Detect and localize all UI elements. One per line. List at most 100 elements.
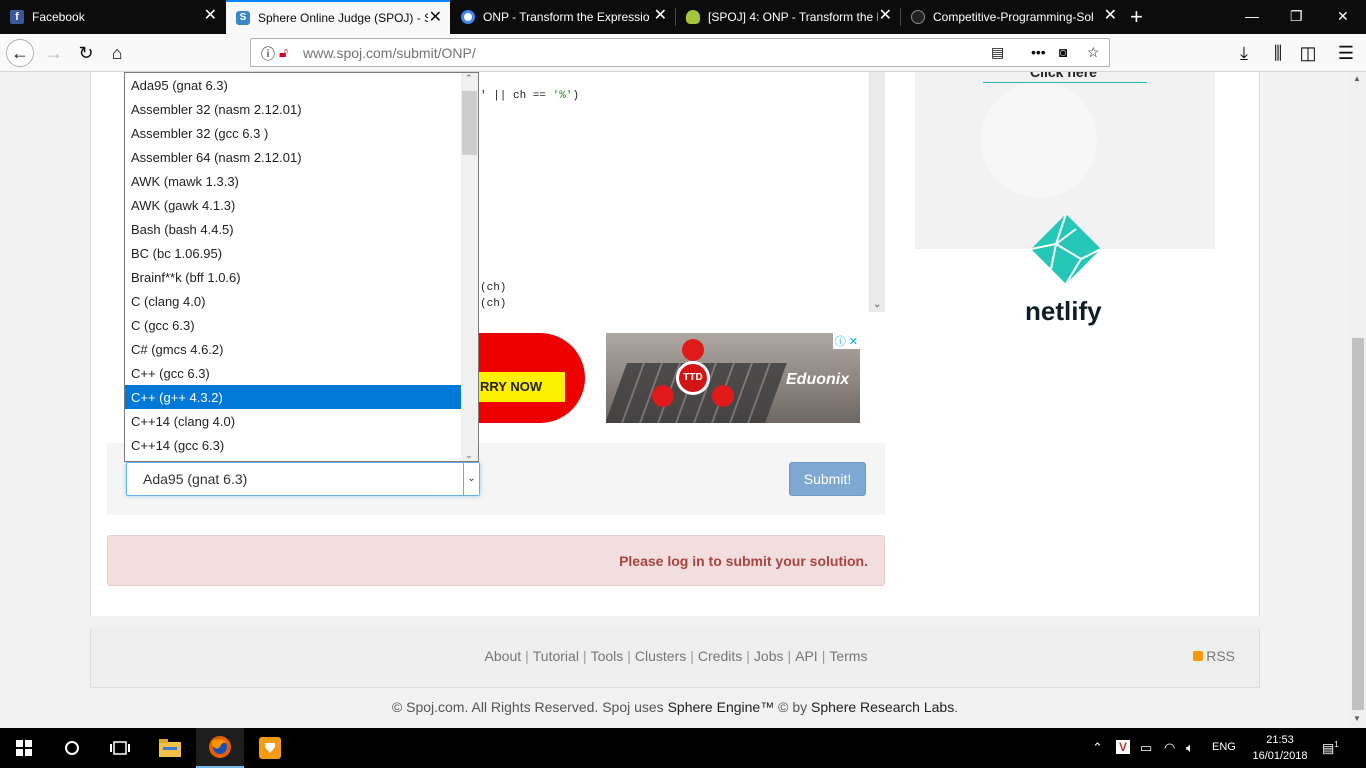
footer-link-clusters[interactable]: Clusters [635, 648, 686, 664]
language-option[interactable]: C++ (g++ 4.3.2) [125, 385, 461, 409]
app-taskbar-button[interactable] [246, 728, 294, 768]
chevron-down-icon[interactable]: ⌄ [463, 463, 479, 495]
sphere-engine-link[interactable]: Sphere Engine™ [668, 699, 775, 715]
ad-hurry-button[interactable]: RRY NOW [477, 372, 565, 402]
pocket-icon[interactable]: ◙ [1059, 44, 1067, 60]
vivaldi-tray-icon[interactable]: V [1116, 740, 1131, 754]
netlify-logo-icon[interactable] [1031, 214, 1101, 284]
dropdown-scrollbar[interactable]: ⌃ ⌄ [461, 73, 478, 461]
home-button[interactable]: ⌂ [103, 39, 131, 67]
rss-link[interactable]: RSS [1193, 648, 1235, 664]
page-scrollbar[interactable]: ▲ ▼ [1350, 72, 1366, 728]
close-icon[interactable]: ✕ [429, 10, 442, 26]
window-close-icon[interactable]: ✕ [1337, 8, 1349, 25]
language-option[interactable]: Assembler 32 (nasm 2.12.01) [125, 97, 461, 121]
netlify-wordmark[interactable]: netlify [1025, 296, 1102, 327]
file-explorer-button[interactable] [146, 728, 194, 768]
footer-link-terms[interactable]: Terms [829, 648, 867, 664]
sidebar-button[interactable]: ◫ [1294, 39, 1322, 67]
editor-scrollbar[interactable]: ⌄ [869, 72, 885, 312]
downloads-button[interactable]: ⤓ [1230, 39, 1258, 67]
separator: | [746, 648, 750, 664]
close-icon[interactable]: ✕ [204, 8, 217, 24]
url-bar[interactable]: ⓘ 🔓︎ www.spoj.com/submit/ONP/ ▤ ••• ◙ ☆ [250, 38, 1110, 67]
minimize-icon[interactable]: — [1245, 8, 1259, 24]
firefox-taskbar-button[interactable] [196, 728, 244, 768]
separator: | [627, 648, 631, 664]
reload-button[interactable]: ↻ [72, 39, 100, 67]
footer-link-tutorial[interactable]: Tutorial [533, 648, 579, 664]
ad-decoration [981, 82, 1097, 198]
language-option[interactable]: AWK (mawk 1.3.3) [125, 169, 461, 193]
separator: | [582, 648, 587, 664]
language-option[interactable]: BC (bc 1.06.95) [125, 241, 461, 265]
battery-icon[interactable]: ▭ [1140, 740, 1152, 756]
language-dropdown-list[interactable]: Ada95 (gnat 6.3) Assembler 32 (nasm 2.12.… [124, 72, 479, 462]
submit-button[interactable]: Submit! [789, 462, 866, 496]
sphere-research-labs-link[interactable]: Sphere Research Labs [811, 699, 954, 715]
language-option[interactable]: Brainf**k (bff 1.0.6) [125, 265, 461, 289]
ad-banner-eduonix[interactable]: TTD Eduonix ⓘ ✕ [606, 333, 860, 423]
new-tab-button[interactable]: + [1130, 4, 1143, 30]
language-indicator[interactable]: ENG [1212, 741, 1236, 753]
info-icon[interactable]: ⓘ [261, 44, 275, 64]
tab-onp-google[interactable]: ONP - Transform the Expressio ✕ [451, 0, 675, 34]
tab-spoj-onp[interactable]: [SPOJ] 4: ONP - Transform the E ✕ [676, 0, 900, 34]
chevron-up-icon[interactable]: ⌃ [1092, 740, 1103, 756]
footer-link-about[interactable]: About [485, 648, 522, 664]
url-text[interactable]: www.spoj.com/submit/ONP/ [303, 45, 476, 61]
insecure-lock-icon[interactable]: 🔓︎ [279, 44, 288, 61]
wifi-icon[interactable]: ◠ [1164, 740, 1175, 756]
menu-button[interactable]: ☰ [1332, 39, 1360, 67]
language-option[interactable]: C++ (gcc 6.3) [125, 361, 461, 385]
language-option[interactable]: C (gcc 6.3) [125, 313, 461, 337]
language-option[interactable]: Assembler 32 (gcc 6.3 ) [125, 121, 461, 145]
close-icon[interactable]: ✕ [879, 8, 892, 24]
search-button[interactable] [48, 728, 96, 768]
scrollbar-thumb[interactable] [1352, 338, 1364, 710]
dropdown-scrollbar-thumb[interactable] [462, 91, 477, 155]
language-option[interactable]: Assembler 64 (nasm 2.12.01) [125, 145, 461, 169]
page-actions-icon[interactable]: ••• [1031, 44, 1046, 60]
language-option[interactable]: C++14 (clang 4.0) [125, 409, 461, 433]
scroll-up-icon[interactable]: ⌃ [465, 73, 473, 84]
language-option[interactable]: C++14 (gcc 6.3) [125, 433, 461, 457]
close-icon[interactable]: ✕ [654, 8, 667, 24]
ad-banner-red[interactable]: RRY NOW [477, 333, 585, 423]
language-select-value: Ada95 (gnat 6.3) [143, 471, 248, 487]
forward-button[interactable]: → [40, 39, 68, 67]
start-button[interactable] [0, 728, 48, 768]
notification-count: 1 [1334, 740, 1339, 749]
ad-choices-icon[interactable]: ⓘ ✕ [832, 333, 860, 349]
clock-date: 16/01/2018 [1252, 750, 1308, 762]
scroll-up-icon[interactable]: ▲ [1353, 74, 1361, 83]
notification-icon[interactable]: ▤1 [1322, 740, 1339, 756]
back-button[interactable]: ← [6, 39, 34, 67]
language-option[interactable]: Ada95 (gnat 6.3) [125, 73, 461, 97]
footer-link-tools[interactable]: Tools [591, 648, 624, 664]
clock[interactable]: 21:53 16/01/2018 [1250, 732, 1310, 764]
clock-time: 21:53 [1266, 734, 1294, 746]
task-view-button[interactable] [96, 728, 144, 768]
bookmark-star-icon[interactable]: ☆ [1087, 44, 1100, 61]
tab-spoj[interactable]: S Sphere Online Judge (SPOJ) - Su ✕ [226, 0, 450, 34]
scroll-down-icon[interactable]: ⌄ [465, 450, 473, 461]
language-select[interactable]: Ada95 (gnat 6.3) ⌄ [126, 462, 480, 496]
language-option[interactable]: AWK (gawk 4.1.3) [125, 193, 461, 217]
volume-icon[interactable]: 🔈︎ [1186, 740, 1194, 756]
tab-facebook[interactable]: f Facebook ✕ [0, 0, 225, 34]
tab-github[interactable]: Competitive-Programming-Sol ✕ [901, 0, 1125, 34]
close-icon[interactable]: ✕ [1104, 8, 1117, 24]
chevron-down-icon[interactable]: ⌄ [873, 299, 881, 310]
reader-view-icon[interactable]: ▤ [991, 44, 1004, 61]
footer-link-credits[interactable]: Credits [698, 648, 742, 664]
language-option[interactable]: C (clang 4.0) [125, 289, 461, 313]
language-option[interactable]: Bash (bash 4.4.5) [125, 217, 461, 241]
language-option[interactable]: C# (gmcs 4.6.2) [125, 337, 461, 361]
ad-click-here[interactable]: Click here [1030, 72, 1097, 80]
scroll-down-icon[interactable]: ▼ [1353, 714, 1361, 723]
restore-icon[interactable]: ❐ [1290, 8, 1303, 25]
footer-link-jobs[interactable]: Jobs [754, 648, 784, 664]
footer-link-api[interactable]: API [795, 648, 818, 664]
library-button[interactable]: ⫼ [1264, 39, 1292, 67]
